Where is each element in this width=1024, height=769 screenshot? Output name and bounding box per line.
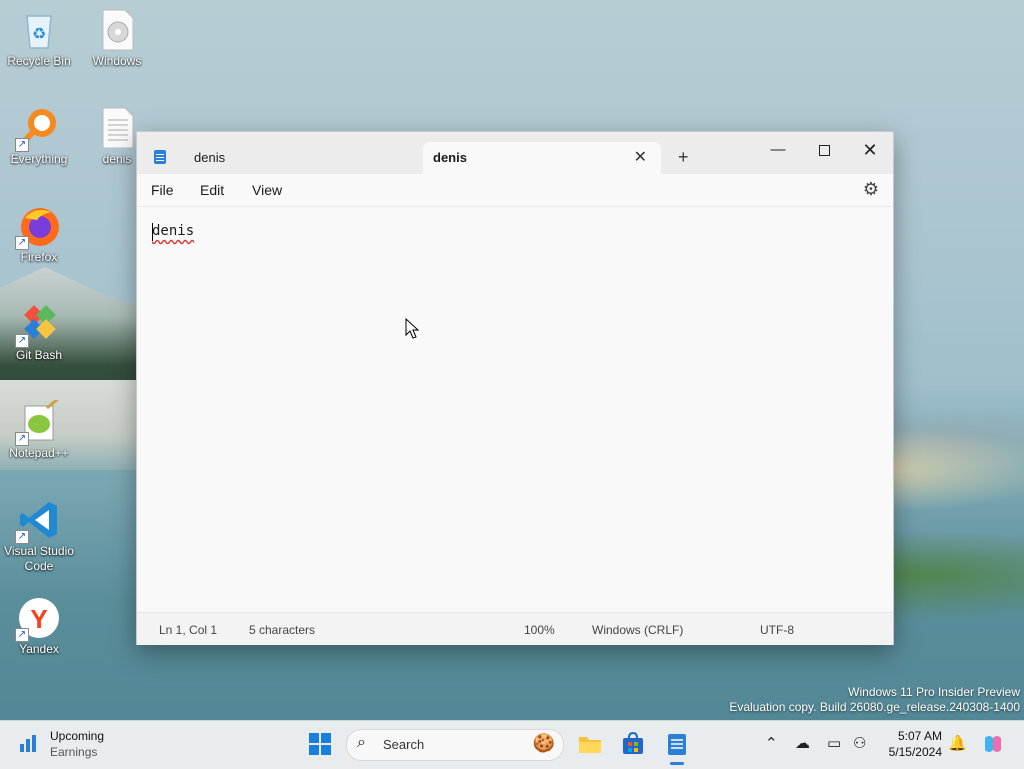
tab-inactive[interactable]: denis (137, 142, 423, 174)
svg-text:♻: ♻ (32, 26, 46, 43)
maximize-button[interactable] (801, 136, 847, 164)
evaluation-watermark: Windows 11 Pro Insider Preview Evaluatio… (729, 685, 1020, 715)
shortcut-arrow-icon: ↗ (15, 236, 29, 250)
clock-date: 5/15/2024 (888, 745, 942, 759)
cookie-icon: 🍪 (532, 733, 555, 753)
desktop-icon-vscode[interactable]: ↗ Visual Studio Code (0, 498, 78, 574)
desktop-icon-label: Yandex (19, 642, 59, 656)
close-tab-icon[interactable]: ✕ (634, 143, 647, 173)
desktop-icon-label: Notepad++ (9, 446, 69, 460)
status-bar: Ln 1, Col 1 5 characters 100% Windows (C… (137, 612, 893, 645)
display-icon[interactable]: ▭ (827, 734, 841, 752)
text-editor[interactable]: denis (137, 207, 893, 612)
mouse-pointer-icon (405, 318, 420, 339)
desktop-icon-windows[interactable]: Windows (78, 8, 156, 69)
notepad-plus-plus-icon: ↗ (15, 396, 61, 446)
desktop-icon-label: Windows (92, 54, 142, 68)
disc-file-icon (95, 8, 139, 52)
menu-file[interactable]: File (151, 182, 174, 198)
shortcut-arrow-icon: ↗ (15, 138, 29, 152)
copilot-icon[interactable] (981, 732, 1005, 756)
taskbar-search[interactable]: ⌕ Search 🍪 (346, 729, 564, 761)
stock-chart-icon (20, 735, 36, 752)
notification-bell-icon[interactable]: 🔔 (948, 734, 967, 752)
microsoft-store-icon[interactable] (620, 731, 646, 757)
text-caret (152, 223, 153, 241)
tab-label: denis (433, 150, 467, 165)
zoom-level[interactable]: 100% (524, 623, 555, 637)
desktop-icon-label: Firefox (20, 250, 58, 264)
menu-edit[interactable]: Edit (200, 182, 224, 198)
widget-subtitle: Earnings (50, 745, 98, 759)
desktop-icon-git-bash[interactable]: ↗ Git Bash (0, 302, 78, 363)
cloud-offline-icon[interactable]: ☁ (795, 734, 810, 752)
notepad-taskbar-icon[interactable] (664, 731, 690, 757)
windows-logo-icon (309, 733, 319, 743)
shortcut-arrow-icon: ↗ (15, 628, 29, 642)
clock[interactable]: 5:07 AM 5/15/2024 (882, 728, 942, 760)
minimize-button[interactable]: — (755, 136, 801, 164)
desktop-icon-yandex[interactable]: Y ↗ Yandex (0, 596, 78, 657)
editor-content: denis (152, 223, 195, 239)
menu-bar: File Edit View ⚙ (137, 174, 893, 207)
yandex-icon: Y ↗ (15, 596, 61, 642)
desktop-icon-notepad-plus-plus[interactable]: ↗ Notepad++ (0, 396, 78, 461)
desktop-icon-label: Recycle Bin (7, 54, 71, 68)
svg-text:Y: Y (30, 604, 47, 634)
desktop-icon-label: Everything (10, 152, 68, 166)
taskbar: Upcoming Earnings ⌕ Search 🍪 ⌃ ☁ ▭ ⚇ 5:0… (0, 720, 1024, 769)
widget-title: Upcoming (50, 729, 105, 743)
shortcut-arrow-icon: ↗ (15, 334, 29, 348)
close-window-button[interactable]: ✕ (847, 136, 893, 164)
clock-time: 5:07 AM (897, 729, 942, 743)
encoding[interactable]: UTF-8 (760, 623, 794, 637)
line-ending[interactable]: Windows (CRLF) (592, 623, 683, 637)
search-placeholder: Search (383, 737, 425, 752)
maximize-icon (818, 144, 830, 156)
character-count: 5 characters (249, 623, 316, 637)
vscode-icon: ↗ (15, 498, 61, 544)
menu-view[interactable]: View (252, 182, 282, 198)
desktop-icon-firefox[interactable]: ↗ Firefox (0, 204, 78, 265)
desktop-icon-label: Visual Studio Code (4, 544, 74, 573)
desktop-icon-label: Git Bash (15, 348, 63, 362)
git-bash-icon: ↗ (15, 302, 61, 348)
active-app-indicator (670, 762, 684, 765)
text-file-icon (95, 106, 139, 150)
network-icon[interactable]: ⚇ (853, 734, 866, 752)
firefox-icon: ↗ (15, 204, 61, 250)
recycle-bin-icon: ♻ (17, 8, 61, 52)
desktop-icon-everything[interactable]: ↗ Everything (0, 106, 78, 167)
shortcut-arrow-icon: ↗ (15, 530, 29, 544)
cursor-position[interactable]: Ln 1, Col 1 (159, 623, 217, 637)
new-tab-button[interactable]: + (678, 147, 689, 167)
search-icon: ⌕ (357, 734, 366, 751)
desktop-icon-recycle-bin[interactable]: ♻ Recycle Bin (0, 8, 78, 69)
file-explorer-icon[interactable] (577, 731, 603, 757)
watermark-line1: Windows 11 Pro Insider Preview (848, 685, 1020, 699)
tab-active[interactable]: denis ✕ (423, 142, 661, 174)
shortcut-arrow-icon: ↗ (15, 432, 29, 446)
gear-icon[interactable]: ⚙ (863, 179, 879, 200)
start-button[interactable] (309, 733, 331, 755)
magnifier-icon: ↗ (15, 106, 61, 152)
chevron-up-icon[interactable]: ⌃ (765, 734, 778, 752)
notepad-window: denis denis ✕ + — ✕ File Edit View ⚙ den… (136, 131, 894, 645)
title-bar[interactable]: denis denis ✕ + — ✕ (137, 132, 893, 174)
watermark-line2: Evaluation copy. Build 26080.ge_release.… (729, 700, 1020, 714)
tab-label: denis (194, 150, 226, 165)
notepad-app-icon (154, 150, 166, 164)
